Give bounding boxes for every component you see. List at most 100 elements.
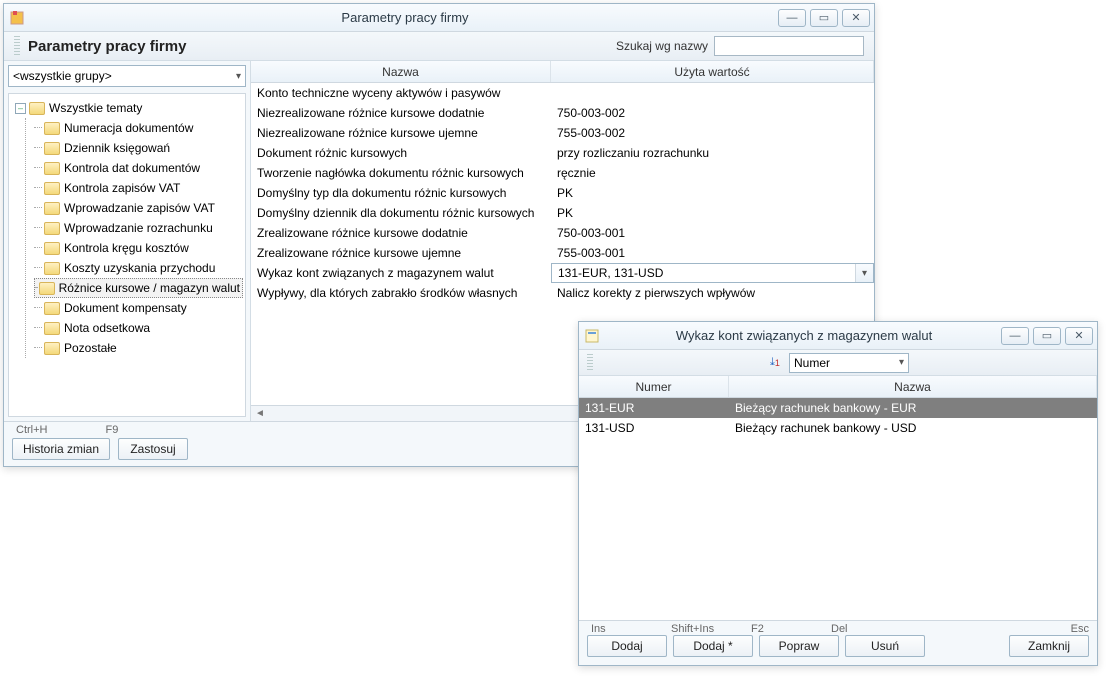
add-star-button[interactable]: Dodaj * xyxy=(673,635,753,657)
sort-icon[interactable]: ⤓1 xyxy=(767,355,783,371)
scroll-left-icon[interactable]: ◄ xyxy=(255,408,265,419)
topic-tree[interactable]: – Wszystkie tematy Numeracja dokumentów D… xyxy=(8,93,246,417)
edit-button[interactable]: Popraw xyxy=(759,635,839,657)
close-dialog-button[interactable]: Zamknij xyxy=(1009,635,1089,657)
cell-value: PK xyxy=(551,206,874,220)
group-filter-combo[interactable]: <wszystkie grupy> ▾ xyxy=(8,65,246,87)
accounts-window: Wykaz kont związanych z magazynem walut … xyxy=(578,321,1098,666)
cell-name: Domyślny dziennik dla dokumentu różnic k… xyxy=(251,206,551,220)
grid-body[interactable]: 131-EURBieżący rachunek bankowy - EUR131… xyxy=(579,398,1097,620)
shortcut-delete: Del xyxy=(831,623,911,635)
maximize-button[interactable]: ▭ xyxy=(810,9,838,27)
apply-button[interactable]: Zastosuj xyxy=(118,438,188,460)
table-row[interactable]: Dokument różnic kursowychprzy rozliczani… xyxy=(251,143,874,163)
tree-item[interactable]: Kontrola zapisów VAT xyxy=(34,178,243,198)
app-icon xyxy=(583,327,601,345)
table-row[interactable]: Niezrealizowane różnice kursowe dodatnie… xyxy=(251,103,874,123)
table-row[interactable]: Wypływy, dla których zabrakło środków wł… xyxy=(251,283,874,303)
folder-icon xyxy=(39,282,55,295)
folder-icon xyxy=(29,102,45,115)
table-row[interactable]: Domyślny typ dla dokumentu różnic kursow… xyxy=(251,183,874,203)
col-value[interactable]: Użyta wartość xyxy=(551,61,874,82)
chevron-down-icon[interactable]: ▾ xyxy=(855,264,873,282)
tree-item[interactable]: Numeracja dokumentów xyxy=(34,118,243,138)
window-title: Parametry pracy firmy xyxy=(32,10,778,25)
collapse-icon[interactable]: – xyxy=(15,103,26,114)
tree-item-label: Numeracja dokumentów xyxy=(64,121,193,135)
chevron-down-icon: ▾ xyxy=(899,357,904,368)
minimize-button[interactable]: — xyxy=(1001,327,1029,345)
cell-value: ręcznie xyxy=(551,166,874,180)
folder-icon xyxy=(44,122,60,135)
minimize-button[interactable]: — xyxy=(778,9,806,27)
tree-item[interactable]: Dokument kompensaty xyxy=(34,298,243,318)
cell-name: Niezrealizowane różnice kursowe dodatnie xyxy=(251,106,551,120)
cell-name: Niezrealizowane różnice kursowe ujemne xyxy=(251,126,551,140)
folder-icon xyxy=(44,322,60,335)
cell-number: 131-USD xyxy=(579,421,729,435)
folder-icon xyxy=(44,342,60,355)
close-button[interactable]: ✕ xyxy=(842,9,870,27)
value-combo[interactable]: 131-EUR, 131-USD▾ xyxy=(551,263,874,283)
window-title: Wykaz kont związanych z magazynem walut xyxy=(607,328,1001,343)
cell-name: Domyślny typ dla dokumentu różnic kursow… xyxy=(251,186,551,200)
table-row[interactable]: Zrealizowane różnice kursowe dodatnie750… xyxy=(251,223,874,243)
footer: Ins Shift+Ins F2 Del Esc Dodaj Dodaj * P… xyxy=(579,620,1097,665)
delete-button[interactable]: Usuń xyxy=(845,635,925,657)
tree-item-label: Pozostałe xyxy=(64,341,117,355)
tree-item[interactable]: Pozostałe xyxy=(34,338,243,358)
cell-name: Zrealizowane różnice kursowe ujemne xyxy=(251,246,551,260)
table-row[interactable]: Niezrealizowane różnice kursowe ujemne75… xyxy=(251,123,874,143)
subheader: Parametry pracy firmy Szukaj wg nazwy xyxy=(4,32,874,61)
titlebar[interactable]: Wykaz kont związanych z magazynem walut … xyxy=(579,322,1097,350)
tree-item[interactable]: Wprowadzanie zapisów VAT xyxy=(34,198,243,218)
tree-item[interactable]: Nota odsetkowa xyxy=(34,318,243,338)
cell-value: 750-003-001 xyxy=(551,226,874,240)
folder-icon xyxy=(44,262,60,275)
page-heading: Parametry pracy firmy xyxy=(28,38,616,55)
cell-name: Zrealizowane różnice kursowe dodatnie xyxy=(251,226,551,240)
chevron-down-icon: ▾ xyxy=(236,71,241,82)
table-row[interactable]: Konto techniczne wyceny aktywów i pasywó… xyxy=(251,83,874,103)
grid-header: Nazwa Użyta wartość xyxy=(251,61,874,83)
folder-icon xyxy=(44,142,60,155)
tree-item[interactable]: Kontrola kręgu kosztów xyxy=(34,238,243,258)
tree-item[interactable]: Wprowadzanie rozrachunku xyxy=(34,218,243,238)
cell-name: Bieżący rachunek bankowy - USD xyxy=(729,421,1097,435)
tree-root-item[interactable]: – Wszystkie tematy xyxy=(15,98,243,118)
add-button[interactable]: Dodaj xyxy=(587,635,667,657)
search-input[interactable] xyxy=(714,36,864,56)
table-row[interactable]: Wykaz kont związanych z magazynem walut1… xyxy=(251,263,874,283)
tree-item[interactable]: Różnice kursowe / magazyn walut xyxy=(34,278,243,298)
titlebar[interactable]: Parametry pracy firmy — ▭ ✕ xyxy=(4,4,874,32)
cell-value[interactable]: 131-EUR, 131-USD▾ xyxy=(551,263,874,283)
toolbar-grip xyxy=(587,354,593,372)
col-name[interactable]: Nazwa xyxy=(251,61,551,82)
cell-value: przy rozliczaniu rozrachunku xyxy=(551,146,874,160)
tree-item-label: Koszty uzyskania przychodu xyxy=(64,261,215,275)
table-row[interactable]: Zrealizowane różnice kursowe ujemne755-0… xyxy=(251,243,874,263)
history-button[interactable]: Historia zmian xyxy=(12,438,110,460)
table-row[interactable]: Domyślny dziennik dla dokumentu różnic k… xyxy=(251,203,874,223)
col-number[interactable]: Numer xyxy=(579,376,729,397)
maximize-button[interactable]: ▭ xyxy=(1033,327,1061,345)
tree-item[interactable]: Dziennik księgowań xyxy=(34,138,243,158)
grid-header: Numer Nazwa xyxy=(579,376,1097,398)
sort-combo[interactable]: Numer ▾ xyxy=(789,353,909,373)
group-filter-value: <wszystkie grupy> xyxy=(13,69,112,83)
toolbar-grip xyxy=(14,36,20,56)
left-pane: <wszystkie grupy> ▾ – Wszystkie tematy N… xyxy=(4,61,251,421)
tree-item[interactable]: Kontrola dat dokumentów xyxy=(34,158,243,178)
close-button[interactable]: ✕ xyxy=(1065,327,1093,345)
table-row[interactable]: Tworzenie nagłówka dokumentu różnic kurs… xyxy=(251,163,874,183)
folder-icon xyxy=(44,302,60,315)
col-name[interactable]: Nazwa xyxy=(729,376,1097,397)
cell-value: Nalicz korekty z pierwszych wpływów xyxy=(551,286,874,300)
shortcut-close: Esc xyxy=(1009,623,1089,635)
shortcut-apply: F9 xyxy=(105,424,118,436)
table-row[interactable]: 131-USDBieżący rachunek bankowy - USD xyxy=(579,418,1097,438)
tree-item[interactable]: Koszty uzyskania przychodu xyxy=(34,258,243,278)
tree-item-label: Wprowadzanie zapisów VAT xyxy=(64,201,215,215)
folder-icon xyxy=(44,202,60,215)
table-row[interactable]: 131-EURBieżący rachunek bankowy - EUR xyxy=(579,398,1097,418)
